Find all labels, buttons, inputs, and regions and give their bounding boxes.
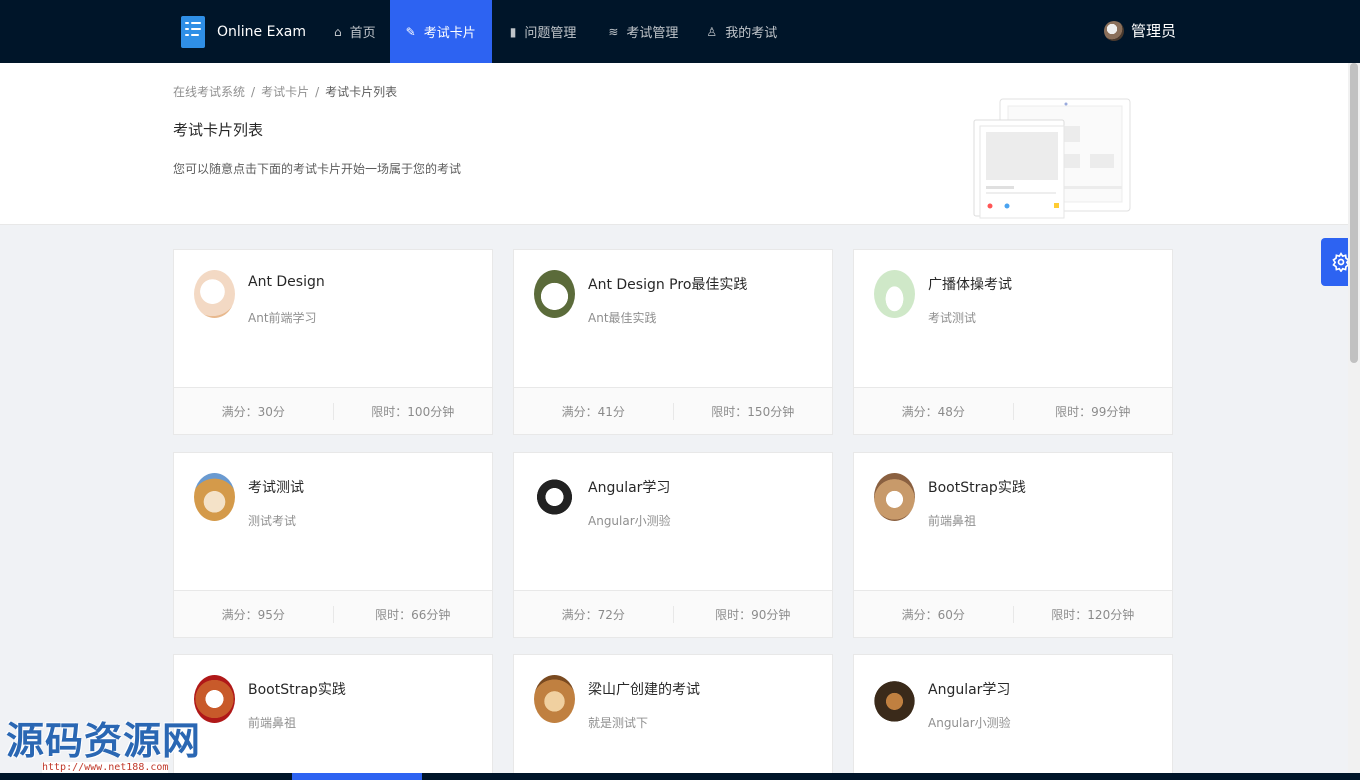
breadcrumb-separator: /	[315, 85, 320, 99]
breadcrumb-current: 考试卡片列表	[325, 85, 398, 99]
bottom-strip-accent	[292, 773, 422, 780]
page-description: 您可以随意点击下面的考试卡片开始一场属于您的考试	[173, 162, 462, 176]
card-title: BootStrap实践	[928, 480, 1026, 496]
card-avatar	[534, 270, 575, 318]
card-avatar	[534, 473, 575, 521]
exam-card[interactable]: BootStrap实践 前端鼻祖 满分：60分 限时：120分钟	[853, 452, 1173, 638]
stack-icon: ≋	[608, 24, 619, 39]
page-title: 考试卡片列表	[173, 121, 264, 139]
exam-logo-icon	[181, 16, 205, 48]
user-menu[interactable]: 管理员	[1104, 20, 1176, 41]
card-avatar	[194, 473, 235, 521]
nav-item-question-manage[interactable]: ▮ 问题管理	[492, 0, 595, 63]
nav-item-home[interactable]: ⌂ 首页	[320, 0, 390, 63]
card-time-limit: 限时：99分钟	[1012, 402, 1173, 420]
card-icon: ✎	[405, 24, 416, 39]
card-description: Ant最佳实践	[588, 311, 657, 325]
card-title: 考试测试	[248, 480, 304, 496]
card-description: Ant前端学习	[248, 311, 317, 325]
card-time-limit: 限时：66分钟	[332, 605, 493, 623]
card-avatar	[874, 473, 915, 521]
user-icon: ♙	[706, 24, 718, 39]
nav-item-my-exam[interactable]: ♙ 我的考试	[692, 0, 791, 63]
breadcrumb-item[interactable]: 考试卡片	[261, 85, 309, 99]
scrollbar-thumb[interactable]	[1350, 63, 1358, 363]
card-time-limit: 限时：150分钟	[672, 402, 833, 420]
nav-label: 首页	[349, 26, 376, 41]
card-full-score: 满分：72分	[561, 607, 625, 622]
card-description: 考试测试	[928, 311, 977, 325]
main-nav: ⌂ 首页 ✎ 考试卡片 ▮ 问题管理 ≋ 考试管理 ♙ 我的考试	[320, 0, 791, 63]
card-description: 前端鼻祖	[248, 716, 297, 730]
book-icon: ▮	[509, 24, 517, 39]
exam-card[interactable]: Angular学习 Angular小测验	[853, 654, 1173, 780]
card-description: Angular小测验	[588, 514, 671, 528]
card-full-score: 满分：95分	[221, 607, 285, 622]
card-time-limit: 限时：120分钟	[1012, 605, 1173, 623]
card-title: BootStrap实践	[248, 682, 346, 698]
nav-item-exam-cards[interactable]: ✎ 考试卡片	[389, 0, 492, 63]
nav-label: 考试卡片	[423, 26, 476, 41]
card-title: Ant Design Pro最佳实践	[588, 277, 748, 293]
exam-card[interactable]: 广播体操考试 考试测试 满分：48分 限时：99分钟	[853, 249, 1173, 435]
card-footer: 满分：48分 限时：99分钟	[854, 387, 1172, 434]
watermark-text: 源码资源网	[6, 718, 202, 763]
card-avatar	[194, 270, 235, 318]
card-full-score: 满分：41分	[561, 404, 625, 419]
card-footer: 满分：30分 限时：100分钟	[174, 387, 492, 434]
watermark: 源码资源网 http://www.net188.com	[6, 710, 202, 773]
card-description: 测试考试	[248, 514, 297, 528]
user-avatar	[1104, 20, 1124, 41]
page-header: 在线考试系统 / 考试卡片 / 考试卡片列表 考试卡片列表 您可以随意点击下面的考试卡片…	[0, 63, 1348, 225]
exam-card[interactable]: 考试测试 测试考试 满分：95分 限时：66分钟	[173, 452, 493, 638]
card-time-limit: 限时：90分钟	[672, 605, 833, 623]
nav-item-exam-manage[interactable]: ≋ 考试管理	[594, 0, 692, 63]
header-illustration	[973, 98, 1131, 219]
card-footer: 满分：41分 限时：150分钟	[514, 387, 832, 434]
watermark-url: http://www.net188.com	[42, 762, 169, 773]
exam-card[interactable]: Ant Design Pro最佳实践 Ant最佳实践 满分：41分 限时：150…	[513, 249, 833, 435]
nav-label: 考试管理	[626, 26, 679, 41]
bottom-strip	[0, 773, 1360, 780]
top-nav-bar: Online Exam ⌂ 首页 ✎ 考试卡片 ▮ 问题管理 ≋ 考试管理 ♙ …	[0, 0, 1360, 63]
card-footer: 满分：60分 限时：120分钟	[854, 590, 1172, 637]
card-title: 梁山广创建的考试	[588, 682, 700, 698]
card-avatar	[874, 675, 915, 723]
logo-text: Online Exam	[217, 24, 306, 40]
breadcrumb-separator: /	[251, 85, 256, 99]
home-icon: ⌂	[334, 24, 342, 39]
card-description: 前端鼻祖	[928, 514, 977, 528]
breadcrumb-item[interactable]: 在线考试系统	[173, 85, 245, 99]
card-footer: 满分：95分 限时：66分钟	[174, 590, 492, 637]
exam-card[interactable]: Angular学习 Angular小测验 满分：72分 限时：90分钟	[513, 452, 833, 638]
nav-label: 我的考试	[725, 26, 778, 41]
card-full-score: 满分：30分	[221, 404, 285, 419]
exam-card[interactable]: 梁山广创建的考试 就是测试下	[513, 654, 833, 780]
nav-label: 问题管理	[524, 26, 577, 41]
card-title: Angular学习	[588, 480, 671, 496]
user-name: 管理员	[1131, 22, 1177, 40]
card-title: 广播体操考试	[928, 277, 1012, 293]
card-time-limit: 限时：100分钟	[332, 402, 493, 420]
card-title: Angular学习	[928, 682, 1011, 698]
card-avatar	[534, 675, 575, 723]
card-footer: 满分：72分 限时：90分钟	[514, 590, 832, 637]
card-title: Ant Design	[248, 274, 325, 290]
exam-card[interactable]: BootStrap实践 前端鼻祖	[173, 654, 493, 780]
exam-card[interactable]: Ant Design Ant前端学习 满分：30分 限时：100分钟	[173, 249, 493, 435]
card-full-score: 满分：48分	[901, 404, 965, 419]
card-full-score: 满分：60分	[901, 607, 965, 622]
breadcrumb: 在线考试系统 / 考试卡片 / 考试卡片列表	[173, 83, 397, 100]
page-scrollbar[interactable]	[1348, 63, 1360, 773]
card-avatar	[874, 270, 915, 318]
card-description: 就是测试下	[588, 716, 649, 730]
card-description: Angular小测验	[928, 716, 1011, 730]
app-logo[interactable]: Online Exam	[181, 16, 306, 48]
